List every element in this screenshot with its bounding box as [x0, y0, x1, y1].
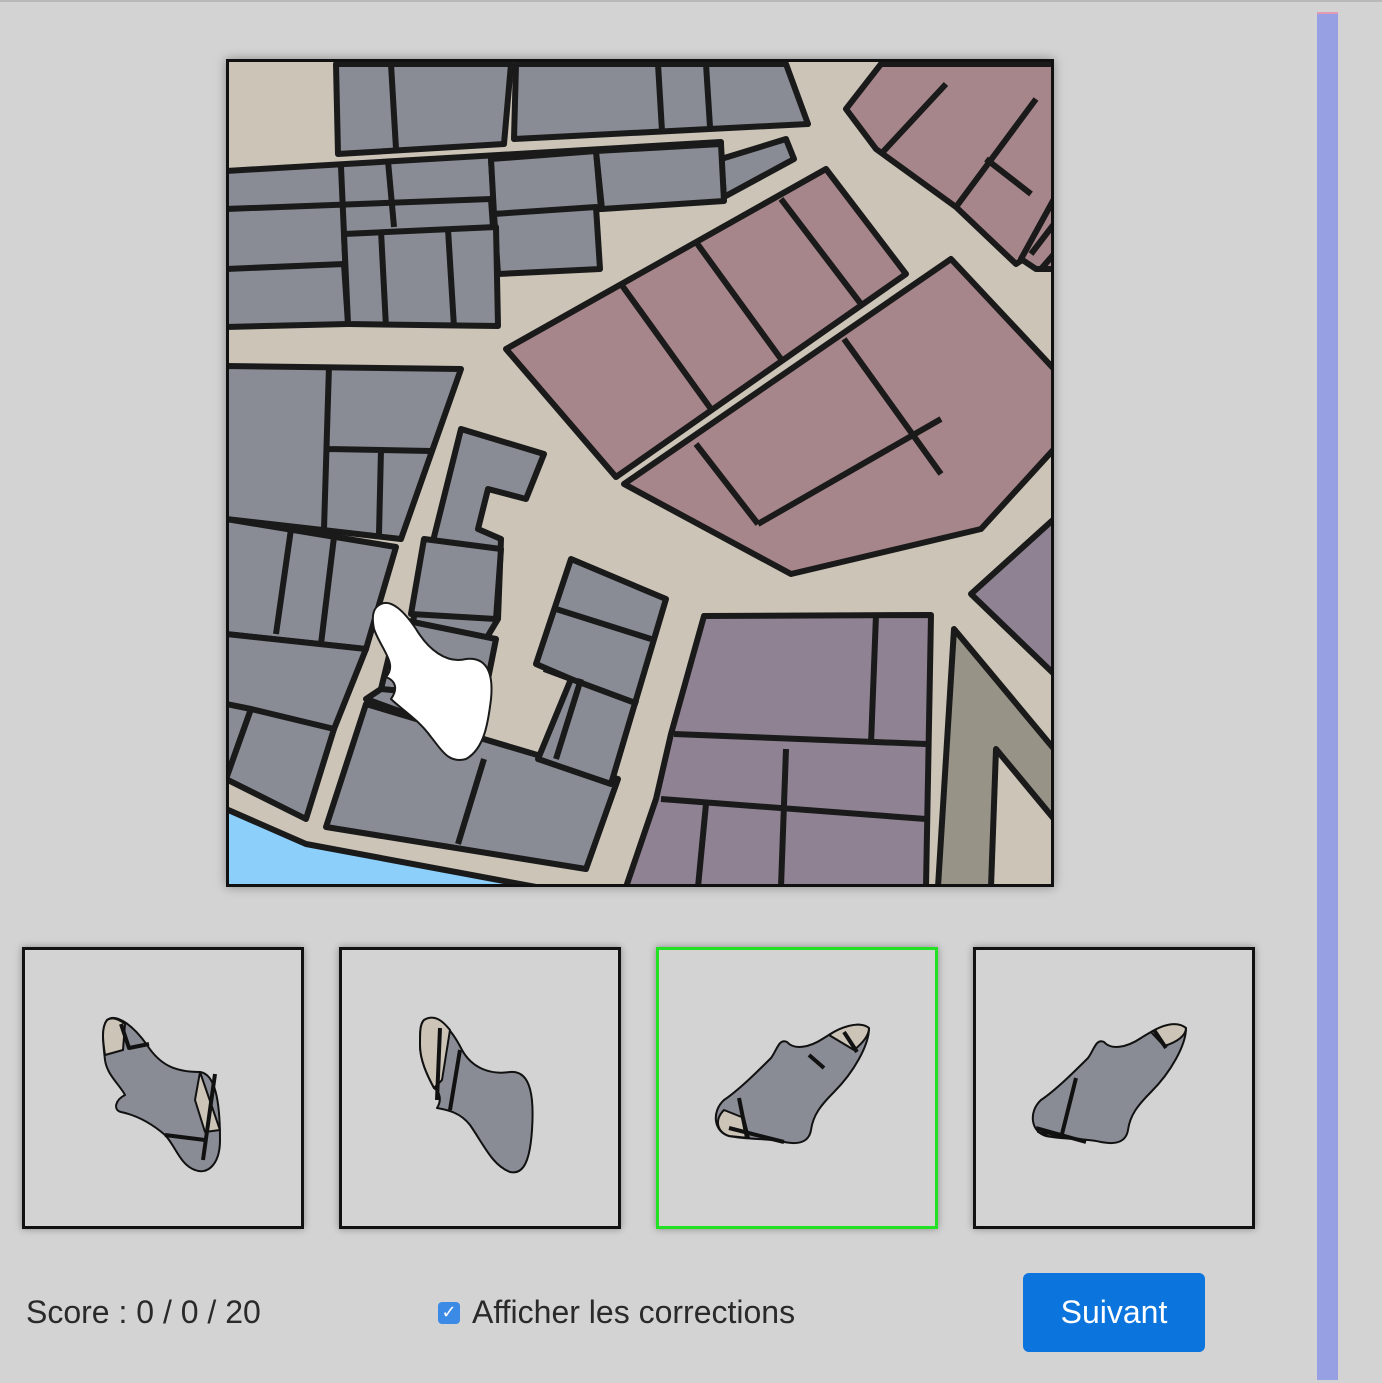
scrollbar[interactable] [1317, 12, 1338, 1380]
show-corrections-toggle[interactable]: ✓ Afficher les corrections [438, 1294, 795, 1331]
shape-option-3 [714, 1023, 870, 1145]
show-corrections-checkbox[interactable]: ✓ [438, 1301, 460, 1324]
shape-choices [22, 947, 1262, 1231]
city-map [226, 59, 1054, 887]
game-page: Score : 0 / 0 / 20 ✓ Afficher les correc… [0, 0, 1382, 1383]
choice-card-4[interactable] [973, 947, 1255, 1229]
score-label: Score : 0 / 0 / 20 [26, 1294, 261, 1330]
bottom-bar: Score : 0 / 0 / 20 ✓ Afficher les correc… [0, 1272, 1300, 1354]
show-corrections-label: Afficher les corrections [472, 1294, 796, 1330]
next-button[interactable]: Suivant [1023, 1273, 1205, 1352]
choice-card-1[interactable] [22, 947, 304, 1229]
shape-option-2 [419, 1016, 534, 1174]
choice-card-2[interactable] [339, 947, 621, 1229]
map-view [226, 59, 1054, 887]
shape-option-1 [102, 1017, 221, 1173]
shape-option-4 [1031, 1023, 1187, 1145]
choice-card-3[interactable] [656, 947, 938, 1229]
